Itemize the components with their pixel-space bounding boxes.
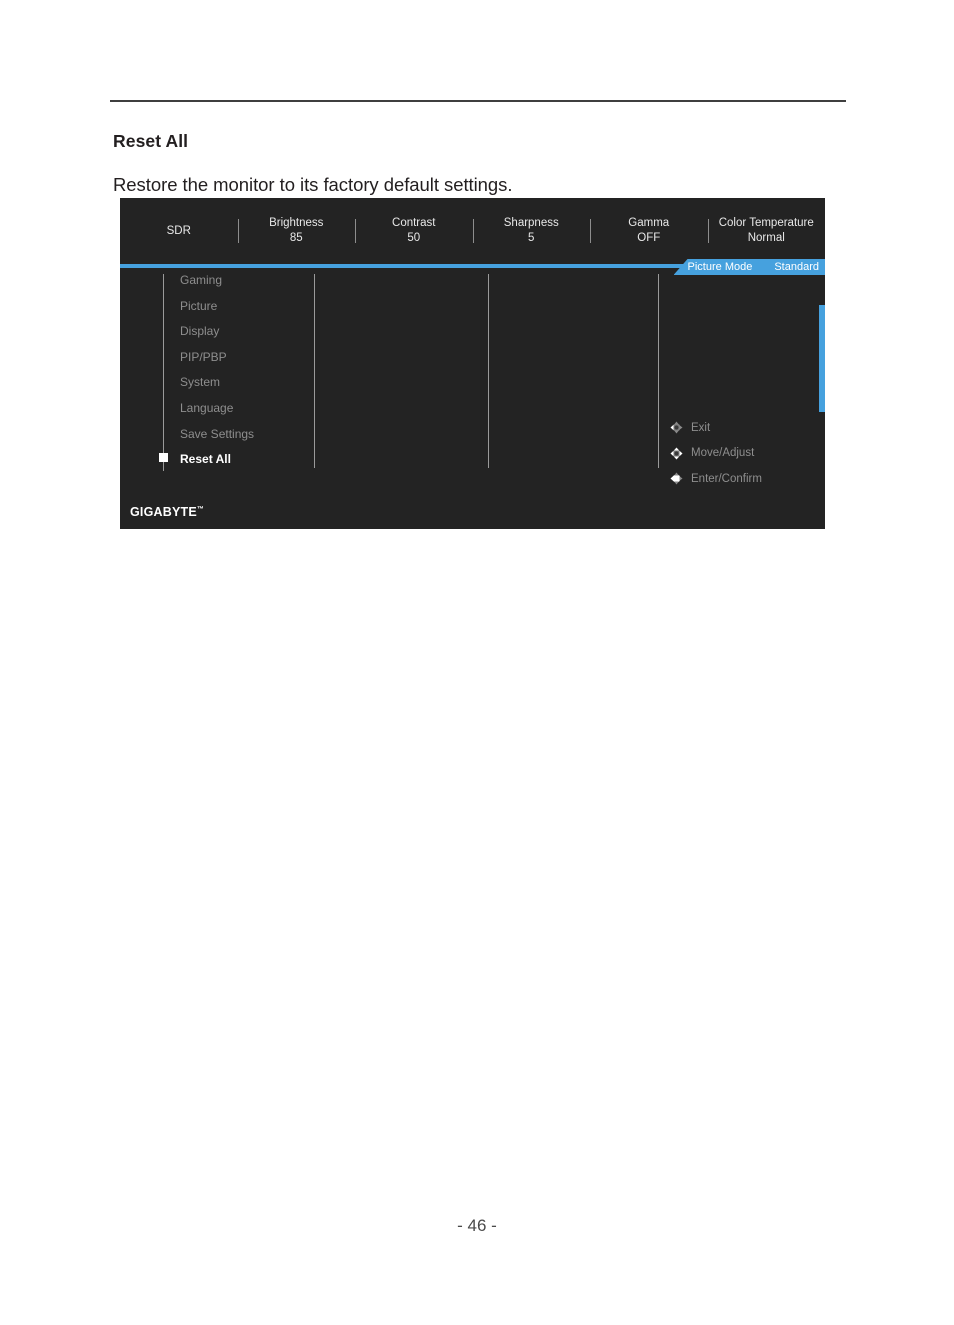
osd-menu-item-display[interactable]: Display xyxy=(180,319,310,345)
joystick-left-icon xyxy=(668,419,685,436)
gigabyte-logo-text: GIGABYTE xyxy=(130,505,197,519)
osd-header-item-label: Brightness xyxy=(269,217,324,229)
osd-scrollbar[interactable] xyxy=(819,268,825,529)
osd-hint-enter-confirm: Enter/Confirm xyxy=(668,466,818,492)
osd-header-item-label: Color Temperature xyxy=(718,217,814,229)
osd-header-item-color-temperature[interactable]: Color Temperature Normal xyxy=(707,216,826,246)
osd-hint-exit: Exit xyxy=(668,415,818,441)
osd-header-item-value: 5 xyxy=(528,232,535,244)
osd-header-item-value: OFF xyxy=(637,232,661,244)
osd-header-item-sdr[interactable]: SDR xyxy=(120,224,238,239)
osd-menu-item-save-settings[interactable]: Save Settings xyxy=(180,422,310,448)
osd-navigation-hints: Exit Move/Adjust Enter/Confirm xyxy=(668,415,818,492)
osd-column-rule-1 xyxy=(163,274,164,471)
osd-menu-item-language[interactable]: Language xyxy=(180,396,310,422)
osd-menu-item-gaming[interactable]: Gaming xyxy=(180,268,310,294)
osd-header-item-gamma[interactable]: Gamma OFF xyxy=(590,216,708,246)
osd-main-menu: Gaming Picture Display PIP/PBP System La… xyxy=(180,268,310,473)
page-top-rule xyxy=(110,100,846,102)
picture-mode-tag[interactable]: Picture Mode Standard xyxy=(673,259,825,275)
osd-menu-item-reset-all[interactable]: Reset All xyxy=(180,447,310,473)
osd-column-rule-4 xyxy=(658,274,659,468)
osd-body: Gaming Picture Display PIP/PBP System La… xyxy=(120,268,825,529)
osd-header-item-contrast[interactable]: Contrast 50 xyxy=(355,216,473,246)
osd-header-item-sharpness[interactable]: Sharpness 5 xyxy=(472,216,591,246)
osd-hint-move-adjust: Move/Adjust xyxy=(668,441,818,467)
osd-column-rule-2 xyxy=(314,274,315,468)
osd-menu-item-picture[interactable]: Picture xyxy=(180,294,310,320)
osd-header-item-label: SDR xyxy=(166,224,191,237)
osd-header-item-value: Normal xyxy=(747,232,785,244)
osd-header-bar: SDR Brightness 85 Contrast 50 Sharpness … xyxy=(120,198,825,264)
picture-mode-value: Standard xyxy=(774,261,819,273)
osd-scrollbar-thumb[interactable] xyxy=(819,305,825,412)
osd-menu-item-pip-pbp[interactable]: PIP/PBP xyxy=(180,345,310,371)
joystick-press-icon xyxy=(668,470,685,487)
menu-selection-marker xyxy=(159,453,168,462)
osd-header-item-label: Gamma xyxy=(628,217,670,229)
page-title: Reset All xyxy=(113,130,189,151)
osd-header-item-brightness[interactable]: Brightness 85 xyxy=(237,216,356,246)
picture-mode-label: Picture Mode xyxy=(687,261,753,273)
osd-header-item-label: Sharpness xyxy=(503,217,559,229)
osd-header-item-value: 50 xyxy=(407,232,421,244)
osd-hint-label: Exit xyxy=(691,421,711,434)
page-number: - 46 - xyxy=(457,1216,497,1235)
gigabyte-logo: GIGABYTE™ xyxy=(130,505,204,519)
trademark-symbol: ™ xyxy=(196,505,205,513)
joystick-move-icon xyxy=(668,445,685,462)
osd-header-item-label: Contrast xyxy=(392,217,436,229)
osd-column-rule-3 xyxy=(488,274,489,468)
osd-panel: SDR Brightness 85 Contrast 50 Sharpness … xyxy=(120,198,825,529)
osd-menu-item-system[interactable]: System xyxy=(180,370,310,396)
page-description: Restore the monitor to its factory defau… xyxy=(113,173,513,195)
osd-hint-label: Move/Adjust xyxy=(691,447,755,460)
osd-header-item-value: 85 xyxy=(289,232,303,244)
osd-hint-label: Enter/Confirm xyxy=(691,472,762,485)
